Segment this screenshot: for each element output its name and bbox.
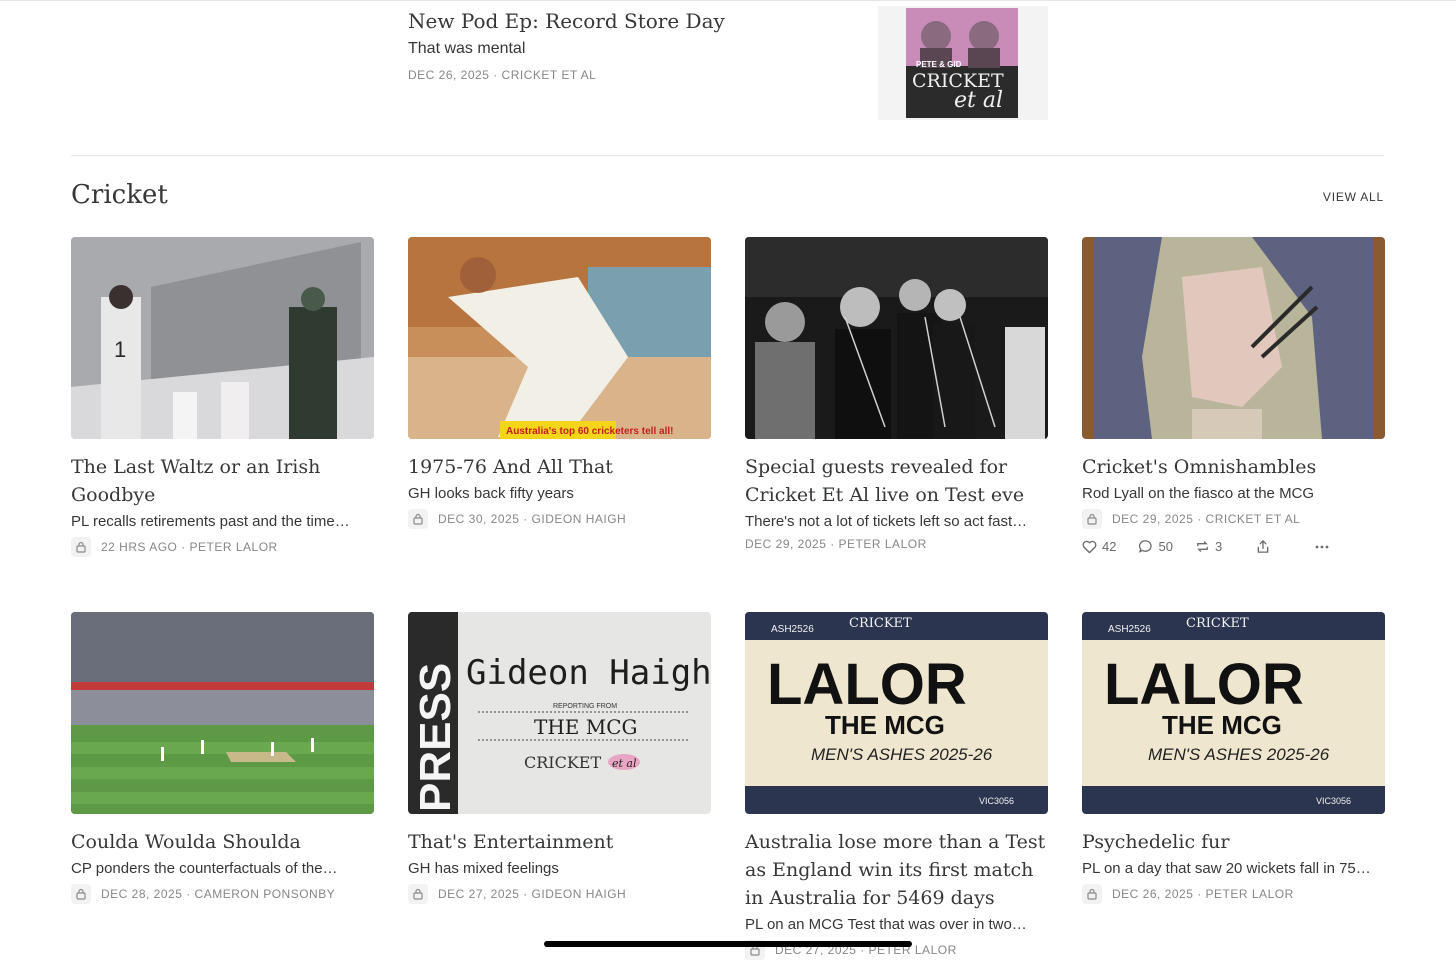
post-title[interactable]: Australia lose more than a Test as Engla… bbox=[745, 828, 1048, 912]
post-subtitle: That was mental bbox=[408, 40, 526, 57]
post-subtitle: Rod Lyall on the fiasco at the MCG bbox=[1082, 485, 1315, 502]
post-card[interactable]: Cricket's Omnishambles Rod Lyall on the … bbox=[1082, 237, 1385, 554]
restack-icon bbox=[1197, 541, 1208, 552]
post-meta: DEC 28, 2025 · CAMERON PONSONBY bbox=[101, 887, 336, 901]
like-count: 42 bbox=[1102, 539, 1117, 554]
post-title[interactable]: 1975-76 And All That bbox=[408, 453, 711, 481]
restack-count: 3 bbox=[1214, 539, 1223, 554]
post-card[interactable]: Coulda Woulda Shoulda CP ponders the cou… bbox=[71, 612, 374, 904]
post-card[interactable]: ASH2526 CRICKET LALOR THE MCG MEN'S ASHE… bbox=[745, 612, 1048, 960]
svg-text:Gideon Haigh: Gideon Haigh bbox=[466, 653, 711, 693]
svg-text:THE MCG: THE MCG bbox=[1162, 710, 1282, 740]
comment-icon bbox=[1139, 540, 1153, 553]
post-title[interactable]: Cricket's Omnishambles bbox=[1082, 453, 1385, 481]
post-meta: DEC 29, 2025 · PETER LALOR bbox=[745, 537, 927, 551]
svg-text:et al: et al bbox=[954, 88, 1003, 113]
post-subtitle: There's not a lot of tickets left so act… bbox=[745, 513, 1028, 530]
post-title[interactable]: New Pod Ep: Record Store Day bbox=[408, 6, 848, 36]
share-button[interactable] bbox=[1256, 539, 1275, 554]
svg-text:MEN'S ASHES 2025-26: MEN'S ASHES 2025-26 bbox=[1148, 745, 1330, 764]
restack-button[interactable]: 3 bbox=[1195, 539, 1222, 554]
post-subtitle: GH looks back fifty years bbox=[408, 485, 574, 502]
more-options-button[interactable] bbox=[1315, 545, 1334, 549]
post-meta-row: DEC 27, 2025 · GIDEON HAIGH bbox=[408, 884, 711, 904]
post-card[interactable]: ASH2526 CRICKET LALOR THE MCG MEN'S ASHE… bbox=[1082, 612, 1385, 904]
post-thumbnail[interactable]: PRESS Gideon Haigh REPORTING FROM THE MC… bbox=[408, 612, 711, 814]
section-title[interactable]: Cricket bbox=[71, 180, 168, 210]
comment-button[interactable]: 50 bbox=[1138, 539, 1173, 554]
post-card[interactable]: PRESS Gideon Haigh REPORTING FROM THE MC… bbox=[408, 612, 711, 904]
post-meta: DEC 27, 2025 · GIDEON HAIGH bbox=[438, 887, 627, 901]
like-button[interactable]: 42 bbox=[1082, 539, 1116, 554]
top-border bbox=[0, 0, 1456, 1]
post-meta-row: 22 HRS AGO · PETER LALOR bbox=[71, 537, 374, 557]
svg-text:1: 1 bbox=[114, 337, 126, 362]
post-thumbnail[interactable]: Australia's top 60 cricketers tell all! bbox=[408, 237, 711, 439]
post-title[interactable]: Coulda Woulda Shoulda bbox=[71, 828, 374, 856]
lock-icon bbox=[71, 884, 91, 904]
post-meta: DEC 26, 2025 · CRICKET ET AL bbox=[408, 68, 597, 82]
post-meta: DEC 26, 2025 · PETER LALOR bbox=[1112, 887, 1294, 901]
svg-text:ASH2526: ASH2526 bbox=[1108, 624, 1151, 635]
post-title[interactable]: Psychedelic fur bbox=[1082, 828, 1385, 856]
post-meta-row: DEC 29, 2025 · PETER LALOR bbox=[745, 537, 1048, 551]
post-meta-row: DEC 30, 2025 · GIDEON HAIGH bbox=[408, 509, 711, 529]
lock-icon bbox=[1082, 509, 1102, 529]
post-subtitle: GH has mixed feelings bbox=[408, 860, 559, 877]
post-thumbnail[interactable] bbox=[745, 237, 1048, 439]
svg-text:et al: et al bbox=[612, 757, 637, 770]
post-meta-row: DEC 26, 2025 · PETER LALOR bbox=[1082, 884, 1385, 904]
svg-text:MEN'S ASHES 2025-26: MEN'S ASHES 2025-26 bbox=[811, 745, 993, 764]
svg-text:LALOR: LALOR bbox=[1104, 652, 1304, 717]
post-actions: 42 50 3 bbox=[1082, 539, 1385, 554]
post-thumbnail[interactable]: ASH2526 CRICKET LALOR THE MCG MEN'S ASHE… bbox=[745, 612, 1048, 814]
post-thumbnail[interactable] bbox=[71, 612, 374, 814]
post-thumbnail[interactable] bbox=[1082, 237, 1385, 439]
lock-icon bbox=[71, 537, 91, 557]
svg-text:LALOR: LALOR bbox=[767, 652, 967, 717]
post-subtitle: PL on a day that saw 20 wickets fall in … bbox=[1082, 860, 1371, 877]
post-title[interactable]: The Last Waltz or an Irish Goodbye bbox=[71, 453, 374, 509]
post-subtitle: CP ponders the counterfactuals of the… bbox=[71, 860, 338, 877]
ellipsis-icon bbox=[1315, 545, 1329, 548]
post-thumbnail[interactable]: ASH2526 CRICKET LALOR THE MCG MEN'S ASHE… bbox=[1082, 612, 1385, 814]
svg-text:CRICKET: CRICKET bbox=[849, 616, 912, 631]
svg-text:PETE & GID: PETE & GID bbox=[916, 60, 962, 69]
svg-text:VIC3056: VIC3056 bbox=[1316, 796, 1351, 806]
post-meta: DEC 29, 2025 · CRICKET ET AL bbox=[1112, 512, 1301, 526]
post-title[interactable]: That's Entertainment bbox=[408, 828, 711, 856]
post-subtitle: PL on an MCG Test that was over in two… bbox=[745, 916, 1027, 933]
post-thumbnail[interactable]: 1 bbox=[71, 237, 374, 439]
share-icon bbox=[1257, 539, 1269, 553]
svg-text:THE MCG: THE MCG bbox=[534, 715, 638, 739]
section-divider bbox=[71, 155, 1384, 156]
lock-icon bbox=[408, 884, 428, 904]
post-card[interactable]: Australia's top 60 cricketers tell all! … bbox=[408, 237, 711, 529]
post-meta: 22 HRS AGO · PETER LALOR bbox=[101, 540, 278, 554]
svg-text:Australia's top 60 cricketers: Australia's top 60 cricketers tell all! bbox=[506, 426, 673, 437]
svg-text:REPORTING FROM: REPORTING FROM bbox=[553, 703, 617, 710]
svg-text:ASH2526: ASH2526 bbox=[771, 624, 814, 635]
lock-icon bbox=[408, 509, 428, 529]
svg-text:THE MCG: THE MCG bbox=[825, 710, 945, 740]
heart-icon bbox=[1082, 540, 1097, 553]
podcast-cover-image[interactable]: PETE & GID CRICKET et al bbox=[878, 6, 1048, 120]
home-indicator[interactable] bbox=[544, 941, 912, 947]
svg-text:PRESS: PRESS bbox=[411, 663, 460, 812]
post-meta: DEC 30, 2025 · GIDEON HAIGH bbox=[438, 512, 627, 526]
post-subtitle: PL recalls retirements past and the time… bbox=[71, 513, 350, 530]
post-card[interactable]: 1 The Last Waltz or an Irish Goodbye PL … bbox=[71, 237, 374, 557]
post-meta-row: DEC 29, 2025 · CRICKET ET AL bbox=[1082, 509, 1385, 529]
comment-count: 50 bbox=[1158, 539, 1173, 554]
post-meta-row: DEC 28, 2025 · CAMERON PONSONBY bbox=[71, 884, 374, 904]
svg-text:CRICKET: CRICKET bbox=[524, 753, 601, 772]
post-item-podcast[interactable]: New Pod Ep: Record Store Day That was me… bbox=[408, 6, 848, 82]
svg-text:VIC3056: VIC3056 bbox=[979, 796, 1014, 806]
lock-icon bbox=[1082, 884, 1102, 904]
post-card[interactable]: Special guests revealed for Cricket Et A… bbox=[745, 237, 1048, 551]
post-title[interactable]: Special guests revealed for Cricket Et A… bbox=[745, 453, 1048, 509]
view-all-link[interactable]: VIEW ALL bbox=[1323, 190, 1384, 204]
svg-text:CRICKET: CRICKET bbox=[1186, 616, 1249, 631]
